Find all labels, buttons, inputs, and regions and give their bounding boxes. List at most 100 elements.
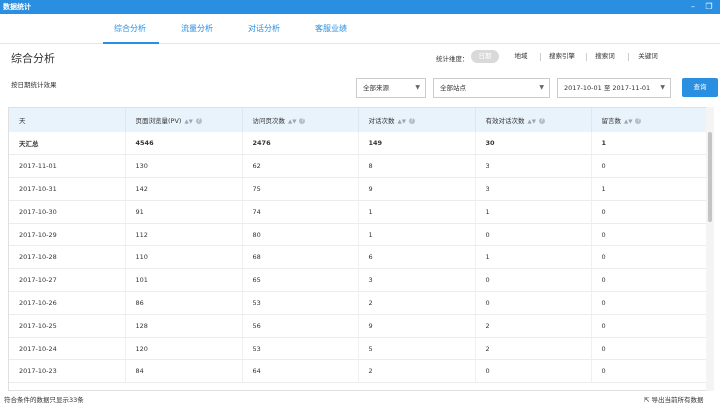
tab-traffic[interactable]: 流量分析 xyxy=(181,23,213,34)
dimension-divider xyxy=(586,53,587,61)
table-cell: 0 xyxy=(591,200,710,224)
help-icon[interactable]: ? xyxy=(299,118,306,124)
table-cell: 128 xyxy=(125,314,243,338)
table-cell: 130 xyxy=(125,154,243,179)
chevron-down-icon: ▼ xyxy=(660,84,665,91)
table-cell: 2476 xyxy=(242,132,359,156)
table-cell: 142 xyxy=(125,177,243,201)
table-cell: 110 xyxy=(125,245,243,270)
table-row: 2017-10-27 101 65 3 0 0 xyxy=(9,268,710,293)
stats-table: 天 页面浏览量(PV) ▲▼? 访问页次数 ▲▼? 对话次数 ▲▼? 有效对话次数 ▲▼… xyxy=(8,107,714,391)
export-icon: ⇱ xyxy=(644,396,652,404)
table-cell: 68 xyxy=(242,245,359,270)
table-cell: 149 xyxy=(358,132,476,156)
table-cell: 53 xyxy=(242,337,359,361)
table-cell: 0 xyxy=(475,268,592,293)
source-select-value: 全部来源 xyxy=(363,84,389,92)
tab-performance[interactable]: 客服业绩 xyxy=(315,23,347,34)
scrollbar-thumb[interactable] xyxy=(708,132,712,222)
site-select-value: 全部站点 xyxy=(440,84,466,92)
source-select[interactable]: 全部来源 ▼ xyxy=(356,78,426,98)
table-cell: 2017-11-01 xyxy=(9,154,126,179)
tab-comprehensive[interactable]: 综合分析 xyxy=(114,23,146,34)
stats-subtitle: 按日期统计效果 xyxy=(11,81,57,89)
query-button[interactable]: 查询 xyxy=(682,78,718,97)
col-label: 对话次数 xyxy=(368,117,395,125)
date-range-value: 2017-10-01 至 2017-11-01 xyxy=(564,84,651,92)
table-cell: 2 xyxy=(358,291,476,315)
help-icon[interactable]: ? xyxy=(538,118,545,124)
date-range-select[interactable]: 2017-10-01 至 2017-11-01 ▼ xyxy=(557,78,671,98)
table-cell: 0 xyxy=(591,291,710,315)
table-cell: 0 xyxy=(475,223,592,247)
col-pv[interactable]: 页面浏览量(PV) ▲▼? xyxy=(125,108,243,132)
table-cell: 0 xyxy=(591,268,710,293)
restore-icon[interactable]: ❐ xyxy=(704,2,714,11)
table-cell: 8 xyxy=(358,154,476,179)
export-button[interactable]: ⇱ 导出当前所有数据 xyxy=(644,394,704,404)
table-row: 2017-10-23 84 64 2 0 0 xyxy=(9,359,710,384)
table-cell: 2017-10-27 xyxy=(9,268,126,293)
chevron-down-icon: ▼ xyxy=(415,84,420,91)
col-day[interactable]: 天 xyxy=(9,108,126,132)
tab-dialog[interactable]: 对话分析 xyxy=(248,23,280,34)
table-cell: 2017-10-29 xyxy=(9,223,126,247)
table-cell: 91 xyxy=(125,200,243,224)
active-tab-indicator xyxy=(103,42,159,44)
table-cell: 0 xyxy=(591,359,710,384)
table-cell: 3 xyxy=(475,154,592,179)
col-valid-dialogs[interactable]: 有效对话次数 ▲▼? xyxy=(475,108,592,132)
minimize-icon[interactable]: – xyxy=(688,2,698,11)
footer: 符合条件的数据只显示33条 ⇱ 导出当前所有数据 xyxy=(0,391,720,408)
table-cell: 120 xyxy=(125,337,243,361)
table-header-row: 天 页面浏览量(PV) ▲▼? 访问页次数 ▲▼? 对话次数 ▲▼? 有效对话次数 ▲▼… xyxy=(9,108,710,132)
page-title: 综合分析 xyxy=(11,52,55,65)
table-row: 2017-10-25 128 56 9 2 0 xyxy=(9,314,710,338)
table-cell: 5 xyxy=(358,337,476,361)
dimension-keyword[interactable]: 关键词 xyxy=(633,50,663,63)
site-select[interactable]: 全部站点 ▼ xyxy=(433,78,550,98)
table-cell: 112 xyxy=(125,223,243,247)
table-cell: 0 xyxy=(591,314,710,338)
help-icon[interactable]: ? xyxy=(408,118,415,124)
table-cell: 2017-10-24 xyxy=(9,337,126,361)
dimension-search-term[interactable]: 搜索词 xyxy=(591,50,619,63)
sort-icon[interactable]: ▲▼ xyxy=(288,119,296,125)
table-cell: 9 xyxy=(358,314,476,338)
table-cell: 1 xyxy=(591,132,710,156)
dimension-region[interactable]: 地域 xyxy=(508,50,534,63)
table-row: 2017-10-31 142 75 9 3 1 xyxy=(9,177,710,201)
sort-icon[interactable]: ▲▼ xyxy=(398,119,406,125)
table-cell: 0 xyxy=(475,291,592,315)
col-label: 页面浏览量(PV) xyxy=(135,117,182,125)
table-cell: 53 xyxy=(242,291,359,315)
table-cell: 0 xyxy=(591,154,710,179)
table-cell: 2017-10-31 xyxy=(9,177,126,201)
col-label: 留言数 xyxy=(601,117,622,125)
window-title: 数据统计 xyxy=(3,3,31,11)
table-cell: 1 xyxy=(475,200,592,224)
col-messages[interactable]: 留言数 ▲▼? xyxy=(591,108,710,132)
dimension-label: 统计维度： xyxy=(436,55,469,63)
table-row: 2017-10-28 110 68 6 1 0 xyxy=(9,245,710,270)
table-cell: 65 xyxy=(242,268,359,293)
title-bar: 数据统计 – ❐ xyxy=(0,0,720,14)
col-visits[interactable]: 访问页次数 ▲▼? xyxy=(242,108,359,132)
help-icon[interactable]: ? xyxy=(195,118,202,124)
tab-bar: 综合分析 流量分析 对话分析 客服业绩 xyxy=(0,14,720,44)
dimension-search-engine[interactable]: 搜索引擎 xyxy=(545,50,579,63)
chevron-down-icon: ▼ xyxy=(539,84,544,91)
table-cell: 1 xyxy=(358,200,476,224)
table-row: 2017-10-24 120 53 5 2 0 xyxy=(9,337,710,361)
sort-icon[interactable]: ▲▼ xyxy=(528,119,536,125)
sort-icon[interactable]: ▲▼ xyxy=(624,119,632,125)
help-icon[interactable]: ? xyxy=(635,118,642,124)
col-dialogs[interactable]: 对话次数 ▲▼? xyxy=(358,108,476,132)
table-cell: 2017-10-23 xyxy=(9,359,126,384)
table-row: 2017-10-26 86 53 2 0 0 xyxy=(9,291,710,315)
dimension-date[interactable]: 日期 xyxy=(471,50,499,63)
table-cell: 0 xyxy=(475,359,592,384)
dimension-divider xyxy=(628,53,629,61)
table-cell: 2017-10-28 xyxy=(9,245,126,270)
sort-icon[interactable]: ▲▼ xyxy=(184,119,192,125)
